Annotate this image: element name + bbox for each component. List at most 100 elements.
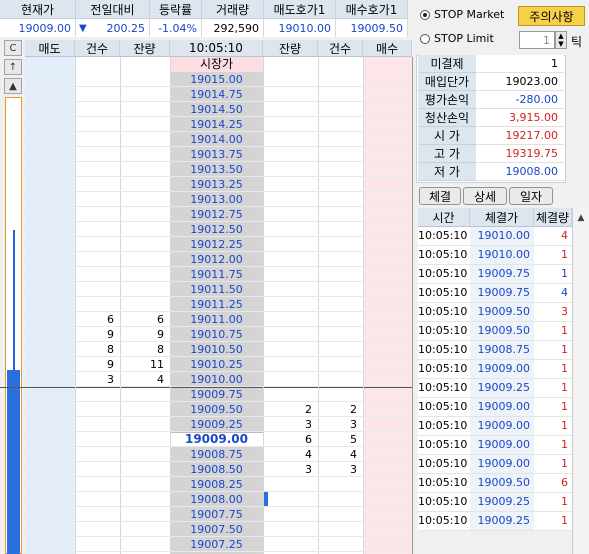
price-cell[interactable]: 19007.25 xyxy=(170,537,263,552)
sell-qty-cell xyxy=(120,222,170,237)
trade-time: 10:05:10 xyxy=(418,265,470,283)
trade-price: 19009.00 xyxy=(470,455,534,473)
trade-qty: 1 xyxy=(534,512,572,530)
buy-qty-cell xyxy=(263,357,318,372)
buy-count-cell xyxy=(318,282,363,297)
price-cell[interactable]: 19014.50 xyxy=(170,102,263,117)
sell-qty-cell xyxy=(120,387,170,402)
price-cell[interactable]: 19012.00 xyxy=(170,252,263,267)
price-cell[interactable]: 19014.00 xyxy=(170,132,263,147)
buy-count-cell xyxy=(318,297,363,312)
sell-qty-cell xyxy=(120,72,170,87)
info-value: 19023.00 xyxy=(476,73,564,91)
scroll-top-button[interactable]: ▲ xyxy=(4,78,22,94)
price-cell[interactable]: 19010.75 xyxy=(170,327,263,342)
trade-row: 10:05:10 19009.00 1 xyxy=(418,417,572,436)
price-cell[interactable]: 19011.75 xyxy=(170,267,263,282)
tab-trades[interactable]: 체결 xyxy=(419,187,461,205)
price-cell[interactable]: 19012.75 xyxy=(170,207,263,222)
buy-count-cell: 3 xyxy=(350,463,357,476)
buy-count-cell xyxy=(318,162,363,177)
price-cell[interactable]: 19009.75 xyxy=(170,387,263,402)
scroll-up-arrow-icon[interactable]: ▲ xyxy=(573,208,589,227)
sell-qty-cell xyxy=(120,267,170,282)
buy-count-cell xyxy=(318,267,363,282)
trade-time: 10:05:10 xyxy=(418,512,470,530)
sell-qty-cell xyxy=(120,537,170,552)
buy-qty-cell: 6 xyxy=(305,433,312,446)
buy-qty-cell xyxy=(263,222,318,237)
sell-count-cell xyxy=(75,192,120,207)
price-cell[interactable]: 19009.25 xyxy=(170,417,263,432)
buy-qty-cell xyxy=(263,342,318,357)
buy-qty-cell xyxy=(263,252,318,267)
tab-daily[interactable]: 일자 xyxy=(509,187,553,205)
info-label: 저 가 xyxy=(418,163,476,181)
trade-row: 10:05:10 19010.00 1 xyxy=(418,246,572,265)
sell-count-cell xyxy=(75,402,120,417)
trade-price: 19009.00 xyxy=(470,398,534,416)
price-cell[interactable]: 19008.75 xyxy=(170,447,263,462)
price-cell[interactable]: 19010.50 xyxy=(170,342,263,357)
tick-input[interactable]: 1 xyxy=(519,31,555,49)
sell-count-cell xyxy=(75,132,120,147)
sell-count-cell xyxy=(75,222,120,237)
spin-up-icon[interactable]: ▲ xyxy=(556,32,566,40)
price-cell[interactable]: 19015.00 xyxy=(170,72,263,87)
trade-time: 10:05:10 xyxy=(418,284,470,302)
trade-row: 10:05:10 19009.25 1 xyxy=(418,493,572,512)
price-cell[interactable]: 19010.00 xyxy=(170,372,263,387)
trade-scrollbar[interactable]: ▲ xyxy=(572,208,589,554)
price-cell[interactable]: 19014.75 xyxy=(170,87,263,102)
spin-down-icon[interactable]: ▼ xyxy=(556,40,566,48)
price-cell[interactable]: 19012.25 xyxy=(170,237,263,252)
sell-qty-cell xyxy=(120,282,170,297)
price-cell[interactable]: 19008.00 xyxy=(170,492,263,507)
sell-qty-cell xyxy=(120,417,170,432)
price-cell[interactable]: 19013.00 xyxy=(170,192,263,207)
clear-button[interactable]: C xyxy=(4,40,22,56)
bid1-value: 19009.50 xyxy=(336,19,408,37)
price-cell[interactable]: 19007.50 xyxy=(170,522,263,537)
price-cell[interactable]: 19012.50 xyxy=(170,222,263,237)
stop-market-radio[interactable]: STOP Market xyxy=(420,8,504,21)
price-cell[interactable]: 19013.50 xyxy=(170,162,263,177)
trade-qty: 1 xyxy=(534,360,572,378)
trade-qty: 4 xyxy=(534,284,572,302)
buy-count-cell xyxy=(318,342,363,357)
price-cell[interactable]: 19011.50 xyxy=(170,282,263,297)
trade-qty: 1 xyxy=(534,322,572,340)
tab-detail[interactable]: 상세 xyxy=(463,187,507,205)
price-cell[interactable]: 19009.50 xyxy=(170,402,263,417)
sell-qty-cell: 8 xyxy=(157,343,164,356)
price-cell[interactable]: 19013.75 xyxy=(170,147,263,162)
trade-qty: 1 xyxy=(534,398,572,416)
info-value: -280.00 xyxy=(476,91,564,109)
price-cell[interactable]: 19013.25 xyxy=(170,177,263,192)
buy-qty-cell: 3 xyxy=(305,418,312,431)
sell-count-cell xyxy=(75,252,120,267)
tick-spinner[interactable]: ▲ ▼ xyxy=(555,31,567,49)
price-cell[interactable]: 19011.00 xyxy=(170,312,263,327)
scroll-up-button[interactable]: ↑ xyxy=(4,59,22,75)
header-bid1: 매수호가1 xyxy=(336,0,408,19)
market-price-label[interactable]: 시장가 xyxy=(170,57,263,72)
price-cell[interactable]: 19007.75 xyxy=(170,507,263,522)
price-cell[interactable]: 19011.25 xyxy=(170,297,263,312)
buy-count-cell xyxy=(318,492,363,507)
trade-row: 10:05:10 19009.50 3 xyxy=(418,303,572,322)
price-cell[interactable]: 19008.25 xyxy=(170,477,263,492)
notice-button[interactable]: 주의사항 xyxy=(518,6,585,26)
buy-qty-cell: 4 xyxy=(305,448,312,461)
price-cell[interactable]: 19010.25 xyxy=(170,357,263,372)
trade-time: 10:05:10 xyxy=(418,474,470,492)
stop-limit-radio[interactable]: STOP Limit xyxy=(420,32,494,45)
current-price-cell[interactable]: 19009.00 xyxy=(170,432,263,447)
price-cell[interactable]: 19014.25 xyxy=(170,117,263,132)
buy-count-cell xyxy=(318,537,363,552)
sell-count-cell xyxy=(75,477,120,492)
info-label: 평가손익 xyxy=(418,91,476,109)
price-cell[interactable]: 19008.50 xyxy=(170,462,263,477)
trade-price: 19009.00 xyxy=(470,360,534,378)
trade-qty: 4 xyxy=(534,227,572,245)
